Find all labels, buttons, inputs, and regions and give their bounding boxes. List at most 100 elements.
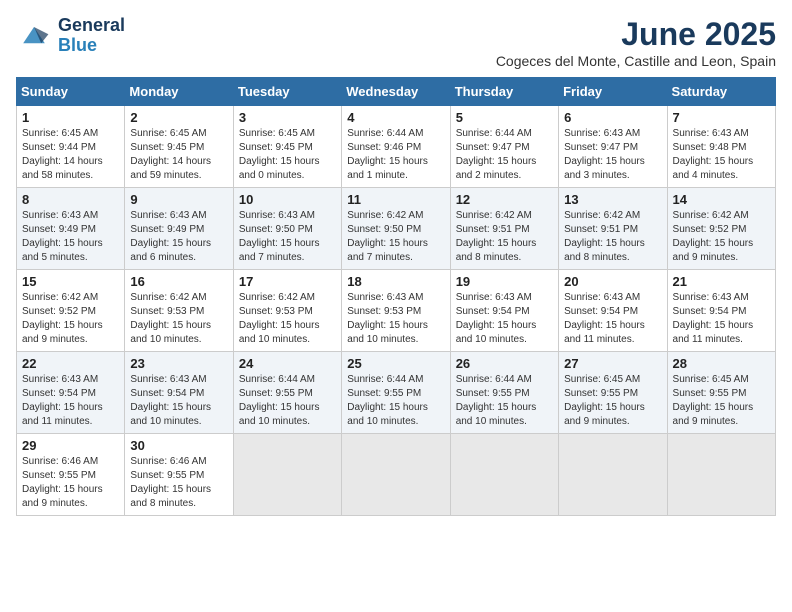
calendar-title: June 2025 — [496, 16, 776, 53]
day-info: Sunrise: 6:42 AM Sunset: 9:50 PM Dayligh… — [347, 209, 444, 265]
day-number: 7 — [673, 110, 770, 125]
header-monday: Monday — [125, 78, 233, 106]
day-number: 3 — [239, 110, 336, 125]
day-number: 27 — [564, 356, 661, 371]
table-row: 17 Sunrise: 6:42 AM Sunset: 9:53 PM Dayl… — [233, 270, 341, 352]
table-row — [667, 434, 775, 516]
day-info: Sunrise: 6:46 AM Sunset: 9:55 PM Dayligh… — [22, 455, 119, 511]
table-row: 18 Sunrise: 6:43 AM Sunset: 9:53 PM Dayl… — [342, 270, 450, 352]
day-number: 12 — [456, 192, 553, 207]
table-row: 10 Sunrise: 6:43 AM Sunset: 9:50 PM Dayl… — [233, 188, 341, 270]
day-info: Sunrise: 6:45 AM Sunset: 9:45 PM Dayligh… — [239, 127, 336, 183]
calendar-week-row: 8 Sunrise: 6:43 AM Sunset: 9:49 PM Dayli… — [17, 188, 776, 270]
table-row: 20 Sunrise: 6:43 AM Sunset: 9:54 PM Dayl… — [559, 270, 667, 352]
table-row: 13 Sunrise: 6:42 AM Sunset: 9:51 PM Dayl… — [559, 188, 667, 270]
table-row: 1 Sunrise: 6:45 AM Sunset: 9:44 PM Dayli… — [17, 106, 125, 188]
table-row: 25 Sunrise: 6:44 AM Sunset: 9:55 PM Dayl… — [342, 352, 450, 434]
day-number: 28 — [673, 356, 770, 371]
logo: General Blue — [16, 16, 125, 56]
page-header: General Blue June 2025 Cogeces del Monte… — [16, 16, 776, 69]
day-number: 22 — [22, 356, 119, 371]
logo-text: General Blue — [58, 16, 125, 56]
day-number: 6 — [564, 110, 661, 125]
day-info: Sunrise: 6:46 AM Sunset: 9:55 PM Dayligh… — [130, 455, 227, 511]
table-row: 26 Sunrise: 6:44 AM Sunset: 9:55 PM Dayl… — [450, 352, 558, 434]
logo-icon — [16, 18, 52, 54]
calendar-week-row: 15 Sunrise: 6:42 AM Sunset: 9:52 PM Dayl… — [17, 270, 776, 352]
day-number: 16 — [130, 274, 227, 289]
day-info: Sunrise: 6:42 AM Sunset: 9:52 PM Dayligh… — [673, 209, 770, 265]
table-row — [450, 434, 558, 516]
day-info: Sunrise: 6:43 AM Sunset: 9:48 PM Dayligh… — [673, 127, 770, 183]
calendar-week-row: 22 Sunrise: 6:43 AM Sunset: 9:54 PM Dayl… — [17, 352, 776, 434]
day-info: Sunrise: 6:43 AM Sunset: 9:54 PM Dayligh… — [130, 373, 227, 429]
table-row: 21 Sunrise: 6:43 AM Sunset: 9:54 PM Dayl… — [667, 270, 775, 352]
day-info: Sunrise: 6:42 AM Sunset: 9:51 PM Dayligh… — [456, 209, 553, 265]
table-row — [342, 434, 450, 516]
table-row — [233, 434, 341, 516]
day-number: 18 — [347, 274, 444, 289]
day-info: Sunrise: 6:44 AM Sunset: 9:46 PM Dayligh… — [347, 127, 444, 183]
day-number: 11 — [347, 192, 444, 207]
table-row: 30 Sunrise: 6:46 AM Sunset: 9:55 PM Dayl… — [125, 434, 233, 516]
day-info: Sunrise: 6:43 AM Sunset: 9:54 PM Dayligh… — [22, 373, 119, 429]
day-info: Sunrise: 6:45 AM Sunset: 9:44 PM Dayligh… — [22, 127, 119, 183]
header-wednesday: Wednesday — [342, 78, 450, 106]
table-row: 15 Sunrise: 6:42 AM Sunset: 9:52 PM Dayl… — [17, 270, 125, 352]
table-row: 9 Sunrise: 6:43 AM Sunset: 9:49 PM Dayli… — [125, 188, 233, 270]
table-row: 19 Sunrise: 6:43 AM Sunset: 9:54 PM Dayl… — [450, 270, 558, 352]
table-row — [559, 434, 667, 516]
logo-line1: General — [58, 15, 125, 35]
day-number: 17 — [239, 274, 336, 289]
day-number: 26 — [456, 356, 553, 371]
table-row: 12 Sunrise: 6:42 AM Sunset: 9:51 PM Dayl… — [450, 188, 558, 270]
day-info: Sunrise: 6:42 AM Sunset: 9:51 PM Dayligh… — [564, 209, 661, 265]
table-row: 14 Sunrise: 6:42 AM Sunset: 9:52 PM Dayl… — [667, 188, 775, 270]
day-info: Sunrise: 6:43 AM Sunset: 9:49 PM Dayligh… — [130, 209, 227, 265]
day-number: 10 — [239, 192, 336, 207]
day-info: Sunrise: 6:43 AM Sunset: 9:53 PM Dayligh… — [347, 291, 444, 347]
table-row: 16 Sunrise: 6:42 AM Sunset: 9:53 PM Dayl… — [125, 270, 233, 352]
day-number: 4 — [347, 110, 444, 125]
day-number: 19 — [456, 274, 553, 289]
day-number: 5 — [456, 110, 553, 125]
header-thursday: Thursday — [450, 78, 558, 106]
table-row: 27 Sunrise: 6:45 AM Sunset: 9:55 PM Dayl… — [559, 352, 667, 434]
table-row: 4 Sunrise: 6:44 AM Sunset: 9:46 PM Dayli… — [342, 106, 450, 188]
day-info: Sunrise: 6:45 AM Sunset: 9:55 PM Dayligh… — [673, 373, 770, 429]
day-number: 13 — [564, 192, 661, 207]
calendar-week-row: 29 Sunrise: 6:46 AM Sunset: 9:55 PM Dayl… — [17, 434, 776, 516]
day-number: 8 — [22, 192, 119, 207]
day-number: 20 — [564, 274, 661, 289]
day-info: Sunrise: 6:44 AM Sunset: 9:47 PM Dayligh… — [456, 127, 553, 183]
day-info: Sunrise: 6:42 AM Sunset: 9:52 PM Dayligh… — [22, 291, 119, 347]
day-info: Sunrise: 6:44 AM Sunset: 9:55 PM Dayligh… — [239, 373, 336, 429]
day-info: Sunrise: 6:43 AM Sunset: 9:54 PM Dayligh… — [456, 291, 553, 347]
logo-line2: Blue — [58, 35, 97, 55]
day-number: 1 — [22, 110, 119, 125]
day-number: 9 — [130, 192, 227, 207]
day-number: 15 — [22, 274, 119, 289]
weekday-header-row: Sunday Monday Tuesday Wednesday Thursday… — [17, 78, 776, 106]
table-row: 7 Sunrise: 6:43 AM Sunset: 9:48 PM Dayli… — [667, 106, 775, 188]
day-info: Sunrise: 6:45 AM Sunset: 9:55 PM Dayligh… — [564, 373, 661, 429]
header-saturday: Saturday — [667, 78, 775, 106]
table-row: 8 Sunrise: 6:43 AM Sunset: 9:49 PM Dayli… — [17, 188, 125, 270]
day-info: Sunrise: 6:43 AM Sunset: 9:54 PM Dayligh… — [673, 291, 770, 347]
table-row: 6 Sunrise: 6:43 AM Sunset: 9:47 PM Dayli… — [559, 106, 667, 188]
table-row: 28 Sunrise: 6:45 AM Sunset: 9:55 PM Dayl… — [667, 352, 775, 434]
day-number: 29 — [22, 438, 119, 453]
day-number: 25 — [347, 356, 444, 371]
day-info: Sunrise: 6:45 AM Sunset: 9:45 PM Dayligh… — [130, 127, 227, 183]
day-number: 24 — [239, 356, 336, 371]
day-number: 2 — [130, 110, 227, 125]
day-info: Sunrise: 6:43 AM Sunset: 9:49 PM Dayligh… — [22, 209, 119, 265]
day-number: 30 — [130, 438, 227, 453]
day-info: Sunrise: 6:43 AM Sunset: 9:50 PM Dayligh… — [239, 209, 336, 265]
day-info: Sunrise: 6:42 AM Sunset: 9:53 PM Dayligh… — [130, 291, 227, 347]
calendar-week-row: 1 Sunrise: 6:45 AM Sunset: 9:44 PM Dayli… — [17, 106, 776, 188]
calendar-table: Sunday Monday Tuesday Wednesday Thursday… — [16, 77, 776, 516]
day-info: Sunrise: 6:42 AM Sunset: 9:53 PM Dayligh… — [239, 291, 336, 347]
calendar-subtitle: Cogeces del Monte, Castille and Leon, Sp… — [496, 53, 776, 69]
day-number: 14 — [673, 192, 770, 207]
